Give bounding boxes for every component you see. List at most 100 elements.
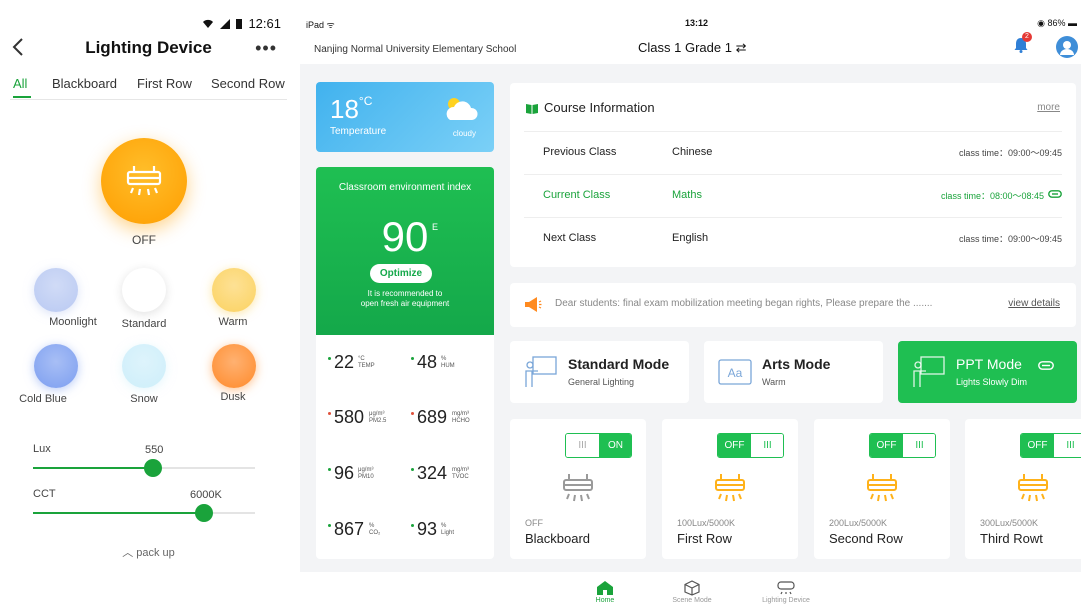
pack-up-label: pack up <box>136 547 175 559</box>
temperature-label: Temperature <box>330 126 387 137</box>
light-card-first-row[interactable]: OFF III 100Lux/5000K First Row <box>662 419 798 559</box>
metric-unit: μg/m³ PM10 <box>358 467 374 480</box>
wifi-icon <box>203 19 214 28</box>
course-divider <box>524 217 1062 218</box>
mode-card-ppt[interactable]: PPT Mode Lights Slowly Dim <box>898 341 1077 403</box>
toggle-left: OFF <box>718 434 751 457</box>
phone-status-bar: 12:61 <box>202 16 281 31</box>
metric-value: 324 <box>417 463 448 483</box>
course-row-label: Previous Class <box>543 146 617 158</box>
tab-blackboard[interactable]: Blackboard <box>52 76 117 91</box>
mode-subtitle: Warm <box>762 377 786 387</box>
preset-moonlight-swatch[interactable] <box>34 268 78 312</box>
tab-first-row[interactable]: First Row <box>137 76 192 91</box>
metric-unit: % Light <box>441 523 455 536</box>
battery-icon <box>236 19 243 29</box>
toggle-left: OFF <box>870 434 903 457</box>
weather-condition: cloudy <box>452 129 476 138</box>
switch-icon: ⇄ <box>735 40 747 55</box>
light-toggle[interactable]: OFF III <box>717 433 784 458</box>
tab-second-row[interactable]: Second Row <box>211 76 285 91</box>
tabs-divider <box>10 99 287 100</box>
preset-dusk-swatch[interactable] <box>212 344 256 388</box>
course-row-previous: Previous Class Chinese class time：09:00～… <box>524 133 1062 173</box>
course-row-time: class time：08:00～08:45 <box>940 191 1044 201</box>
metric-status-dot <box>411 524 414 527</box>
mode-card-standard[interactable]: Standard Mode General Lighting <box>510 341 689 403</box>
light-status: OFF <box>525 518 543 528</box>
more-options-icon[interactable]: ••• <box>255 38 277 59</box>
arts-icon: Aa <box>718 359 752 385</box>
cct-slider-knob[interactable] <box>195 504 213 522</box>
preset-label: Dusk <box>220 391 246 403</box>
notification-badge: 2 <box>1022 32 1032 42</box>
preset-label: Snow <box>130 393 158 405</box>
metric-unit: % HUM <box>441 356 455 369</box>
course-more-link[interactable]: more <box>1037 102 1060 113</box>
environment-grade: E <box>432 222 439 232</box>
course-row-current: Current Class Maths class time：08:00～08:… <box>524 176 1062 216</box>
metric-unit: mg/m³ HCHO <box>452 411 470 424</box>
light-toggle[interactable]: OFF III <box>1020 433 1081 458</box>
bottom-navigation: Home Scene Mode Lighting Device <box>300 572 1081 606</box>
toggle-left: OFF <box>1021 434 1054 457</box>
page-title: Lighting Device <box>85 38 212 57</box>
cct-slider-fill <box>33 512 204 514</box>
light-card-blackboard[interactable]: III ON OFF Blackboard <box>510 419 646 559</box>
metric-value: 48 <box>417 352 438 372</box>
light-card-second-row[interactable]: OFF III 200Lux/5000K Second Row <box>814 419 950 559</box>
pack-up-button[interactable]: ︿ pack up <box>0 544 297 560</box>
course-divider <box>524 131 1062 132</box>
preset-standard-swatch[interactable] <box>122 268 166 312</box>
cct-value: 6000K <box>190 489 222 501</box>
toggle-right: III <box>1054 434 1081 457</box>
environment-index-card: Classroom environment index 90 E Optimiz… <box>316 167 494 335</box>
preset-cold-blue-swatch[interactable] <box>34 344 78 388</box>
optimize-button[interactable]: Optimize <box>370 264 432 283</box>
class-switcher[interactable]: Class 1 Grade 1 ⇄ <box>638 40 746 56</box>
power-button[interactable] <box>101 138 187 224</box>
course-information-card: Course Information more Previous Class C… <box>510 83 1076 267</box>
light-toggle[interactable]: OFF III <box>869 433 936 458</box>
metric-value: 96 <box>334 463 355 483</box>
avatar[interactable] <box>1056 36 1078 58</box>
course-row-time: class time：09:00～09:45 <box>958 234 1062 244</box>
mode-card-arts[interactable]: Aa Arts Mode Warm <box>704 341 883 403</box>
toggle-right: III <box>903 434 935 457</box>
toggle-right: ON <box>599 434 631 457</box>
signal-icon <box>220 18 231 29</box>
tablet-header: iPad ᯤ 13:12 ◉ 86% ▬ Nanjing Normal Univ… <box>300 0 1081 64</box>
light-status: 300Lux/5000K <box>980 518 1039 528</box>
link-icon[interactable] <box>1048 190 1062 198</box>
metric-value: 689 <box>417 407 448 427</box>
home-icon <box>597 581 613 595</box>
lux-slider-knob[interactable] <box>144 459 162 477</box>
preset-snow-swatch[interactable] <box>122 344 166 388</box>
metric-unit: mg/m³ TVOC <box>452 467 469 480</box>
metric-status-dot <box>328 412 331 415</box>
preset-warm-swatch[interactable] <box>212 268 256 312</box>
course-divider <box>524 174 1062 175</box>
mode-subtitle: Lights Slowly Dim <box>956 377 1028 387</box>
environment-recommendation: It is recommended to open fresh air equi… <box>360 289 450 308</box>
ceiling-light-icon <box>563 474 593 502</box>
battery-indicator: ◉ 86% ▬ <box>1037 18 1077 28</box>
metric-value: 22 <box>334 352 355 372</box>
svg-text:Aa: Aa <box>728 366 743 380</box>
metric-unit: μg/m³ PM2.5 <box>369 411 387 424</box>
book-icon <box>526 104 538 114</box>
course-row-subject: Chinese <box>672 146 713 158</box>
mode-name: Arts Mode <box>762 356 831 372</box>
mode-name: PPT Mode <box>956 356 1022 372</box>
megaphone-icon <box>525 297 542 312</box>
ceiling-light-icon <box>1018 474 1048 502</box>
view-details-link[interactable]: view details <box>1008 298 1060 309</box>
preset-label: Moonlight <box>49 316 97 328</box>
course-row-label: Next Class <box>543 232 597 244</box>
light-toggle[interactable]: III ON <box>565 433 632 458</box>
tab-all[interactable]: All <box>13 76 27 91</box>
light-name: Third Rowt <box>980 531 1043 546</box>
light-status: 200Lux/5000K <box>829 518 888 528</box>
preset-label: Cold Blue <box>19 393 67 405</box>
light-card-third-rowt[interactable]: OFF III 300Lux/5000K Third Rowt <box>965 419 1081 559</box>
